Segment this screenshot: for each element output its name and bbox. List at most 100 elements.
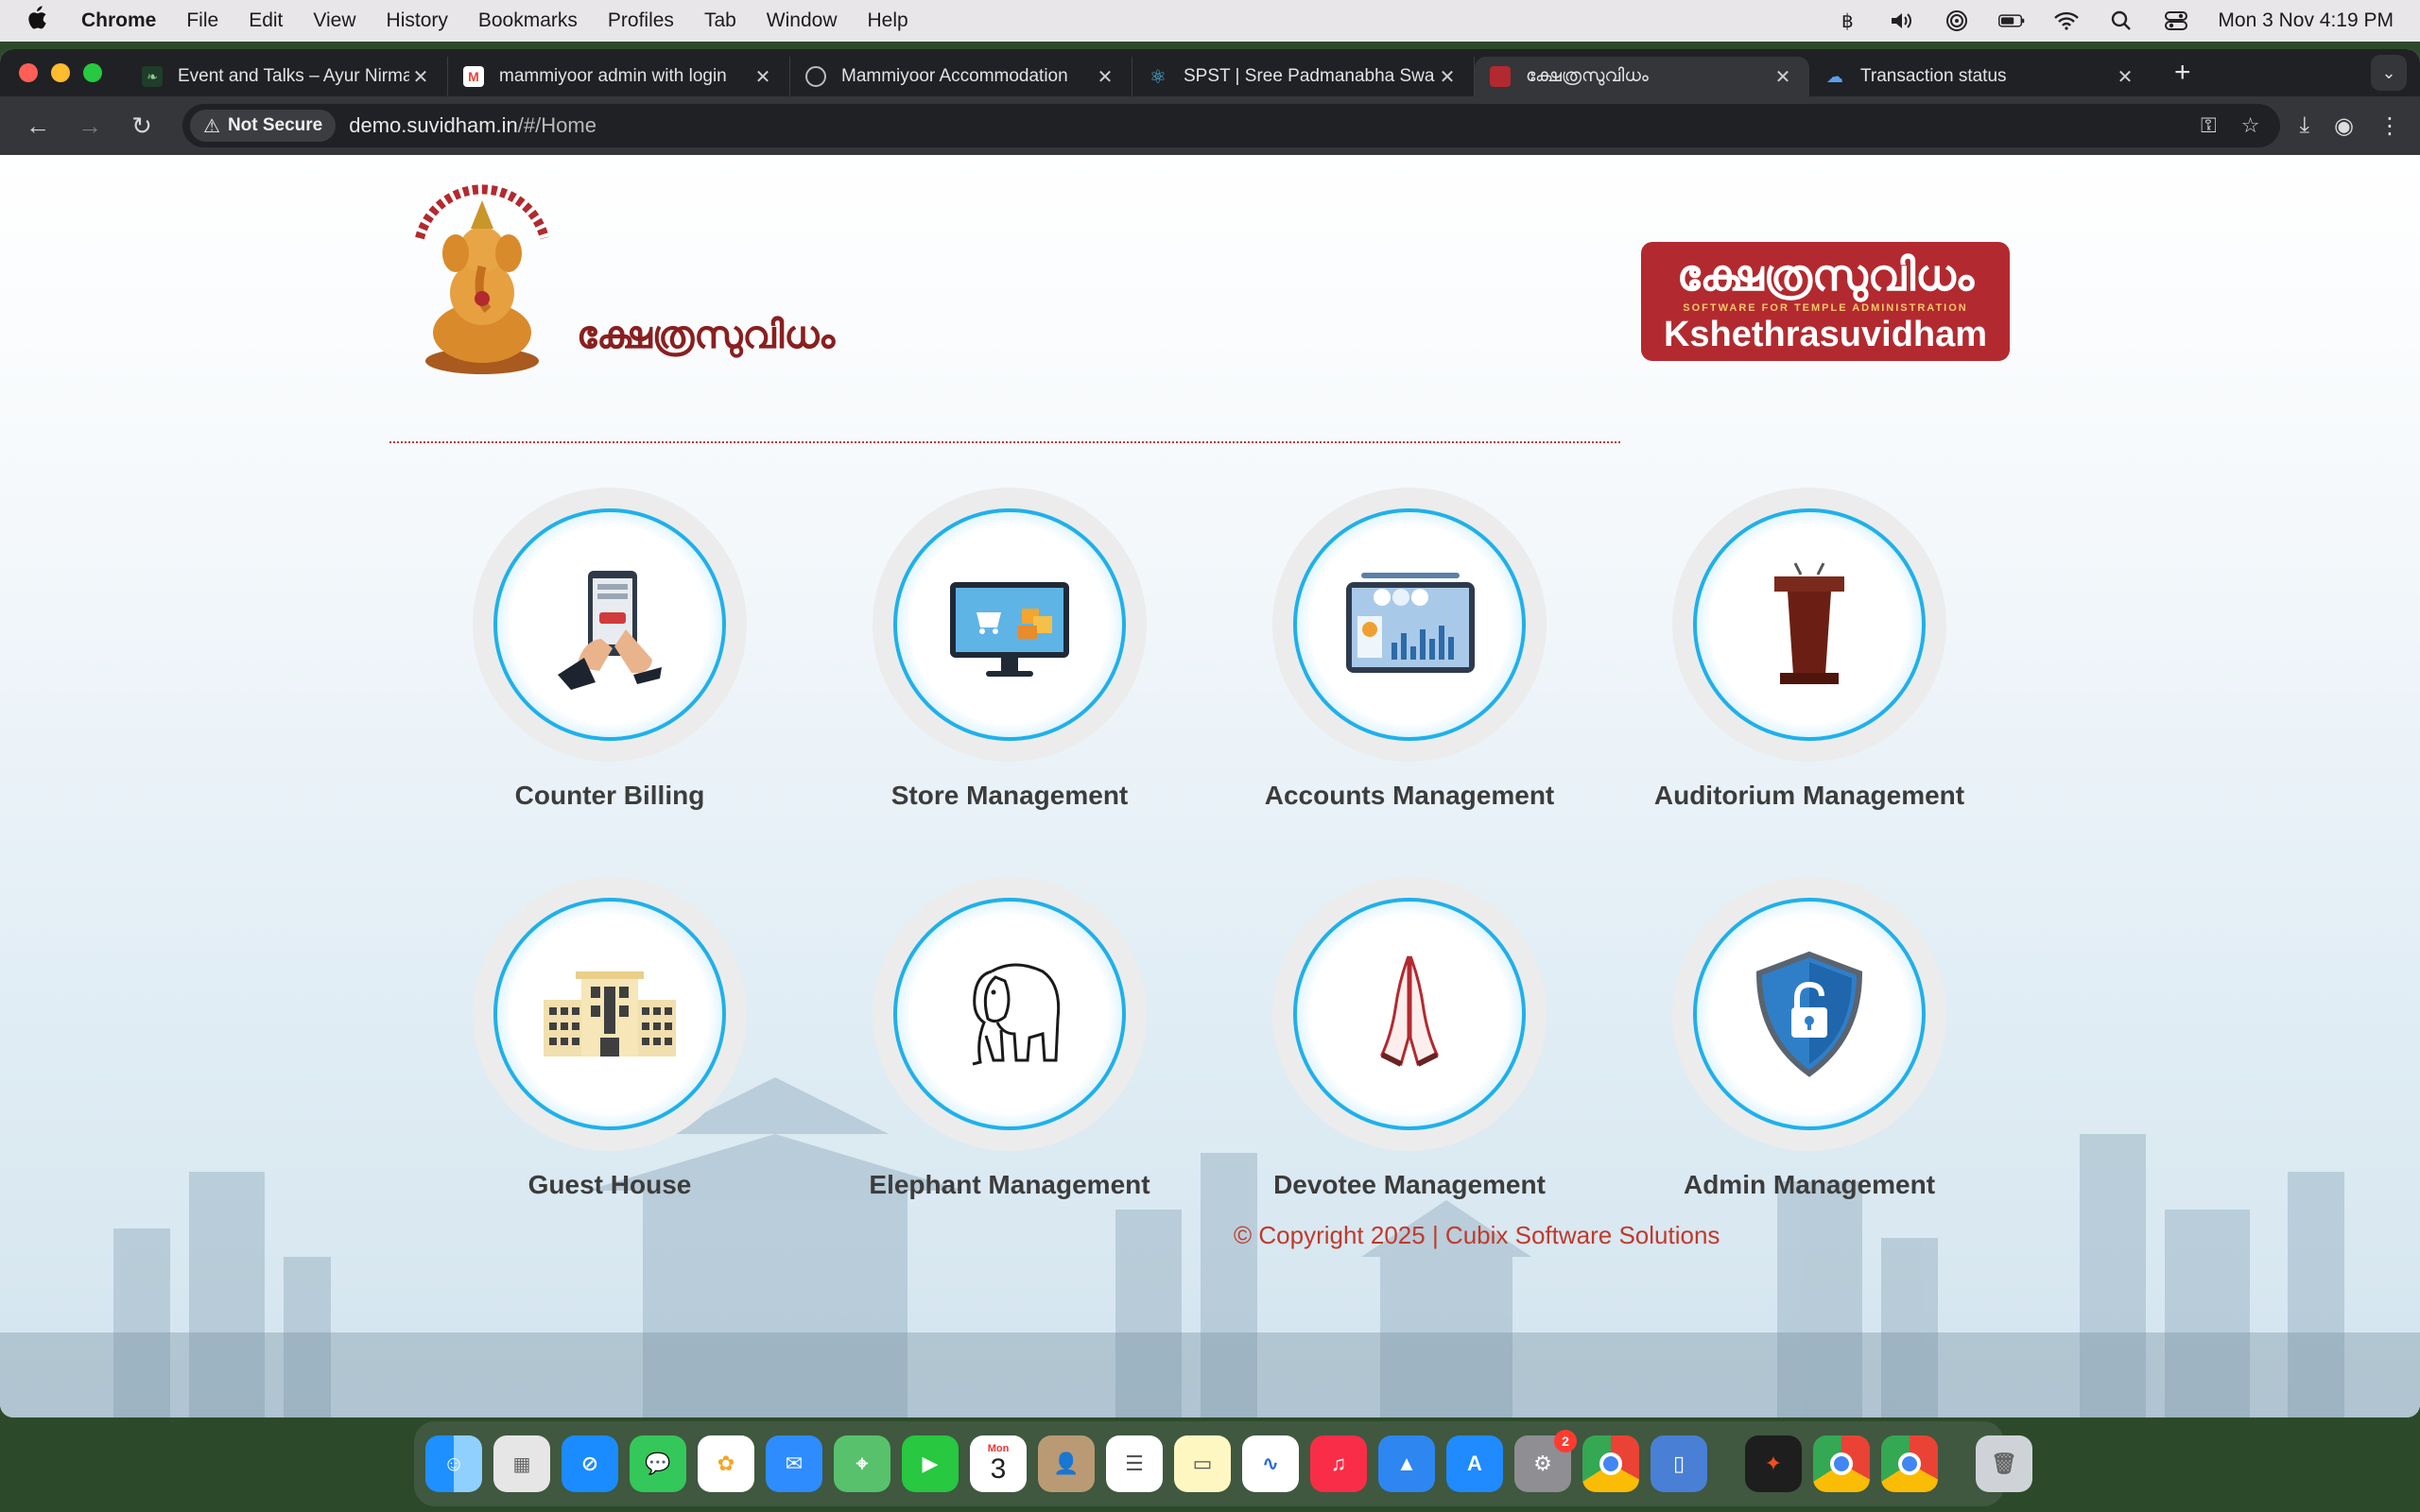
module-ring[interactable] (873, 877, 1147, 1151)
control-center-icon[interactable] (2163, 10, 2189, 31)
module-circle[interactable] (1693, 508, 1926, 741)
module-circle[interactable] (493, 508, 726, 741)
menubar-clock[interactable]: Mon 3 Nov 4:19 PM (2218, 9, 2394, 32)
module-label[interactable]: Elephant Management (811, 1170, 1208, 1200)
tab-kshethrasuvidham[interactable]: ക്ഷേത്രസുവിധം ✕ (1475, 57, 1809, 96)
module-circle[interactable] (493, 898, 726, 1130)
module-circle[interactable] (1293, 508, 1526, 741)
battery-icon[interactable] (1998, 10, 2025, 31)
beta-icon[interactable]: ฿ (1834, 10, 1860, 32)
menu-app-name[interactable]: Chrome (81, 9, 156, 32)
reload-button[interactable]: ↻ (123, 107, 161, 145)
menu-edit[interactable]: Edit (249, 9, 283, 32)
kebab-menu-icon[interactable]: ⋮ (2378, 112, 2401, 140)
module-ring[interactable] (1272, 488, 1547, 762)
close-tab-icon[interactable]: ✕ (1094, 65, 1116, 89)
simulator-icon[interactable]: ▯ (1651, 1435, 1707, 1492)
module-elephant-management[interactable]: Elephant Management (811, 877, 1208, 1200)
module-ring[interactable] (473, 488, 747, 762)
back-button[interactable]: ← (19, 107, 57, 145)
module-ring[interactable] (873, 488, 1147, 762)
freeform-icon[interactable]: ∿ (1242, 1435, 1299, 1492)
menu-history[interactable]: History (387, 9, 448, 32)
reminders-icon[interactable]: ☰ (1106, 1435, 1163, 1492)
module-counter-billing[interactable]: Counter Billing (411, 488, 808, 811)
module-admin-management[interactable]: Admin Management (1611, 877, 2008, 1200)
launchpad-icon[interactable]: ▦ (493, 1435, 550, 1492)
music-icon[interactable]: ♫ (1310, 1435, 1367, 1492)
mail-icon[interactable]: ✉ (766, 1435, 822, 1492)
notes-icon[interactable]: ▭ (1174, 1435, 1231, 1492)
module-label[interactable]: Admin Management (1611, 1170, 2008, 1200)
keynote-icon[interactable]: ▲ (1378, 1435, 1435, 1492)
chrome-app-icon[interactable] (1881, 1435, 1938, 1492)
module-devotee-management[interactable]: Devotee Management (1211, 877, 1608, 1200)
module-circle[interactable] (893, 898, 1126, 1130)
module-label[interactable]: Counter Billing (411, 781, 808, 811)
profile-icon[interactable]: ◉ (2334, 112, 2354, 140)
download-icon[interactable]: ⤓ (2299, 112, 2309, 140)
contacts-icon[interactable]: 👤 (1038, 1435, 1095, 1492)
menu-tab[interactable]: Tab (704, 9, 736, 32)
airdrop-icon[interactable] (1944, 10, 1970, 31)
tab-transaction-status[interactable]: ☁ Transaction status ✕ (1809, 57, 2152, 96)
module-label[interactable]: Auditorium Management (1611, 781, 2008, 811)
close-tab-icon[interactable]: ✕ (409, 65, 432, 89)
module-auditorium-management[interactable]: Auditorium Management (1611, 488, 2008, 811)
module-circle[interactable] (1293, 898, 1526, 1130)
module-ring[interactable] (1672, 877, 1946, 1151)
close-tab-icon[interactable]: ✕ (1772, 65, 1794, 89)
app-store-icon[interactable]: A (1446, 1435, 1503, 1492)
tab-mammiyoor-admin[interactable]: M mammiyoor admin with login ✕ (448, 57, 790, 96)
security-chip[interactable]: ⚠ Not Secure (190, 110, 337, 142)
photos-icon[interactable]: ✿ (698, 1435, 754, 1492)
module-ring[interactable] (1272, 877, 1547, 1151)
wifi-icon[interactable] (2053, 10, 2080, 31)
module-ring[interactable] (1672, 488, 1946, 762)
messages-icon[interactable]: 💬 (630, 1435, 686, 1492)
menu-window[interactable]: Window (767, 9, 838, 32)
module-ring[interactable] (473, 877, 747, 1151)
forward-button[interactable]: → (71, 107, 109, 145)
facetime-icon[interactable]: ▶ (902, 1435, 959, 1492)
menu-bookmarks[interactable]: Bookmarks (478, 9, 578, 32)
menu-file[interactable]: File (186, 9, 218, 32)
chrome-icon[interactable] (1582, 1435, 1639, 1492)
finder-icon[interactable]: ☺ (425, 1435, 482, 1492)
calendar-icon[interactable]: Mon 3 (970, 1435, 1027, 1492)
safari-icon[interactable]: ⊘ (562, 1435, 618, 1492)
chrome-app-icon[interactable] (1813, 1435, 1870, 1492)
close-tab-icon[interactable]: ✕ (752, 65, 774, 89)
close-tab-icon[interactable]: ✕ (1436, 65, 1459, 89)
module-guest-house[interactable]: Guest House (411, 877, 808, 1200)
figma-icon[interactable]: ✦ (1745, 1435, 1802, 1492)
password-key-icon[interactable]: ⚿ (2201, 113, 2217, 138)
close-window-button[interactable] (19, 63, 38, 82)
tab-ayur-nirma[interactable]: ❧ Event and Talks – Ayur Nirma ✕ (127, 57, 448, 96)
apple-menu-icon[interactable] (26, 5, 47, 37)
volume-icon[interactable] (1889, 10, 1915, 31)
tab-mammiyoor-accommodation[interactable]: Mammiyoor Accommodation ✕ (790, 57, 1132, 96)
fullscreen-window-button[interactable] (83, 63, 102, 82)
address-bar[interactable]: ⚠ Not Secure demo.suvidham.in/#/Home ⚿ ☆ (182, 104, 2281, 147)
menu-profiles[interactable]: Profiles (608, 9, 674, 32)
module-label[interactable]: Devotee Management (1211, 1170, 1608, 1200)
module-accounts-management[interactable]: Accounts Management (1211, 488, 1608, 811)
tab-search-button[interactable]: ⌄ (2371, 55, 2407, 91)
menu-view[interactable]: View (313, 9, 355, 32)
menu-help[interactable]: Help (868, 9, 908, 32)
spotlight-search-icon[interactable] (2108, 10, 2135, 31)
close-tab-icon[interactable]: ✕ (2114, 65, 2136, 89)
module-label[interactable]: Guest House (411, 1170, 808, 1200)
module-circle[interactable] (893, 508, 1126, 741)
minimize-window-button[interactable] (51, 63, 70, 82)
module-label[interactable]: Accounts Management (1211, 781, 1608, 811)
module-circle[interactable] (1693, 898, 1926, 1130)
module-label[interactable]: Store Management (811, 781, 1208, 811)
bookmark-star-icon[interactable]: ☆ (2241, 113, 2260, 138)
url-text[interactable]: demo.suvidham.in/#/Home (349, 113, 596, 138)
module-store-management[interactable]: Store Management (811, 488, 1208, 811)
new-tab-button[interactable]: + (2174, 57, 2191, 89)
maps-icon[interactable]: ⌖ (834, 1435, 890, 1492)
system-settings-icon[interactable]: ⚙ 2 (1514, 1430, 1577, 1492)
